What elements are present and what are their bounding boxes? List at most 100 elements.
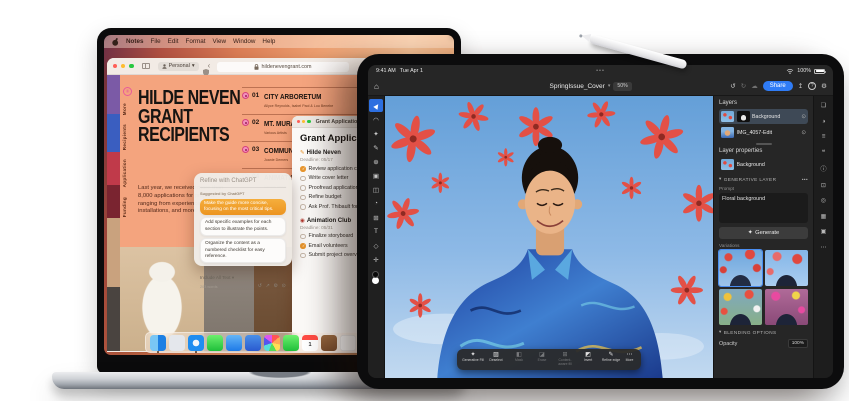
apple-menu-icon[interactable] (112, 38, 119, 46)
target-icon[interactable]: ⊙ (282, 283, 286, 289)
frame-tool[interactable]: ◇ (369, 239, 383, 252)
minimize-button[interactable] (121, 64, 125, 68)
refine-edge-button[interactable]: ✎Refine edge (600, 352, 622, 367)
duplicate-icon[interactable]: ▦ (821, 213, 827, 220)
play-icon[interactable] (242, 92, 249, 99)
checkbox[interactable] (300, 195, 306, 201)
crop-tool[interactable]: ⊞ (369, 211, 383, 224)
suggestion-pill[interactable]: Add specific examples for each section t… (200, 217, 286, 235)
panel-drag-handle[interactable] (756, 143, 772, 145)
more-icon[interactable]: ⋯ (820, 244, 826, 251)
type-tool[interactable]: T (369, 225, 383, 238)
dock-photos[interactable] (264, 335, 280, 351)
blur-tool[interactable]: ◔ (369, 197, 383, 210)
generative-layer-section[interactable]: ▾ GENERATIVE LAYER ••• (719, 176, 808, 182)
nav-funding[interactable]: Funding (122, 197, 127, 217)
dock-messages[interactable] (207, 335, 223, 351)
dock-calendar[interactable]: 1 (302, 335, 318, 351)
document-title[interactable]: SpringIssue_Cover (550, 83, 605, 90)
include-text-dropdown[interactable]: Include All Text ▾ (200, 275, 234, 280)
checkbox[interactable] (300, 204, 306, 210)
eraser-tool[interactable]: ◫ (369, 183, 383, 196)
checkbox[interactable] (300, 176, 306, 182)
generative-fill-button[interactable]: ✦Generative Fill (462, 352, 484, 367)
nav-more[interactable]: More (122, 103, 127, 115)
undo-icon[interactable]: ↺ (730, 82, 735, 90)
lasso-tool[interactable]: ◠ (369, 113, 383, 126)
eyedropper-tool[interactable]: ✛ (369, 253, 383, 266)
brush-tool[interactable]: ✎ (369, 141, 383, 154)
suggestion-pill[interactable]: Organize the content as a numbered check… (200, 238, 286, 263)
menu-file[interactable]: File (151, 38, 161, 45)
dock-reminders[interactable] (340, 335, 356, 351)
home-icon[interactable]: ⌂ (374, 82, 379, 91)
menu-help[interactable]: Help (262, 38, 275, 45)
clone-stamp-tool[interactable]: ▣ (369, 169, 383, 182)
checkbox[interactable] (300, 243, 306, 249)
checkbox[interactable] (300, 234, 306, 240)
zoom-button[interactable] (307, 120, 310, 123)
dock-facetime[interactable] (283, 335, 299, 351)
dock-finder[interactable] (150, 335, 166, 351)
nav-application[interactable]: Application (122, 159, 127, 187)
color-swatch[interactable] (371, 271, 381, 284)
zoom-button[interactable] (129, 64, 133, 68)
dock-safari[interactable] (188, 335, 204, 351)
comments-icon[interactable]: ❝ (822, 149, 825, 156)
filters-icon[interactable]: ≡ (822, 133, 826, 140)
move-tool[interactable]: ▶ (369, 99, 383, 112)
frame-icon[interactable]: ▣ (821, 228, 827, 235)
menu-edit[interactable]: Edit (168, 38, 179, 45)
export-icon[interactable]: ↥ (798, 82, 803, 90)
dock-launchpad[interactable] (169, 335, 185, 351)
close-button[interactable] (113, 64, 117, 68)
play-icon[interactable] (242, 119, 249, 126)
more-icon[interactable]: ••• (802, 177, 808, 182)
profile-menu[interactable]: Personal ▾ (158, 62, 199, 71)
more-button[interactable]: ⋯More (623, 352, 636, 367)
menu-view[interactable]: View (212, 38, 226, 45)
variation-thumbnail[interactable] (719, 250, 762, 286)
dock-weather[interactable] (245, 335, 261, 351)
redo-icon[interactable]: ↻ (741, 82, 746, 90)
play-icon[interactable] (242, 146, 249, 153)
zoom-level[interactable]: 50% (613, 82, 631, 91)
checkbox[interactable] (300, 253, 306, 259)
site-logo-icon[interactable]: ✳ (123, 87, 132, 96)
checkbox[interactable] (300, 166, 306, 172)
variation-thumbnail[interactable] (765, 289, 808, 325)
visibility-eye-icon[interactable]: ⊙ (801, 114, 806, 120)
refine-input[interactable]: Refine with ChatGPT (200, 178, 286, 188)
settings-icon[interactable]: ⚙ (273, 283, 278, 289)
open-icon[interactable]: ↗ (266, 283, 270, 289)
properties-icon[interactable]: ❏ (821, 102, 827, 109)
export-icon[interactable]: ⊡ (821, 182, 826, 189)
suggestion-pill[interactable]: Make the guide more concise, focusing on… (200, 199, 286, 215)
quick-select-tool[interactable]: ✦ (369, 127, 383, 140)
address-bar[interactable]: hildenevengrant.com (217, 62, 349, 72)
variation-thumbnail[interactable] (765, 250, 808, 286)
deselect-button[interactable]: ▨Deselect (485, 352, 507, 367)
invert-button[interactable]: ◩Invert (577, 352, 599, 367)
undo-icon[interactable]: ↺ (258, 283, 262, 289)
help-icon[interactable]: ? (808, 82, 816, 90)
adjustments-icon[interactable]: ◑ (822, 118, 826, 125)
dock-wallet[interactable] (321, 335, 337, 351)
minimize-button[interactable] (302, 120, 305, 123)
prompt-input[interactable]: Floral background (719, 193, 808, 223)
layer-row[interactable]: Background ⊙ (719, 109, 808, 124)
preview-icon[interactable]: ◎ (821, 197, 826, 204)
layer-row[interactable]: IMG_4057-Edit ⊙ (719, 125, 808, 140)
menu-window[interactable]: Window (233, 38, 255, 45)
dock-mail[interactable] (226, 335, 242, 351)
menu-notes[interactable]: Notes (126, 38, 144, 45)
settings-icon[interactable]: ⚙ (821, 82, 827, 90)
sidebar-icon[interactable] (142, 63, 150, 69)
healing-tool[interactable]: ⊕ (369, 155, 383, 168)
visibility-eye-icon[interactable]: ⊙ (801, 130, 806, 136)
share-button[interactable]: Share (763, 81, 793, 91)
generate-button[interactable]: ✦ Generate (719, 227, 808, 239)
menu-format[interactable]: Format (186, 38, 206, 45)
nav-recipients[interactable]: Recipients (122, 124, 127, 150)
info-icon[interactable]: ⓘ (820, 164, 826, 173)
